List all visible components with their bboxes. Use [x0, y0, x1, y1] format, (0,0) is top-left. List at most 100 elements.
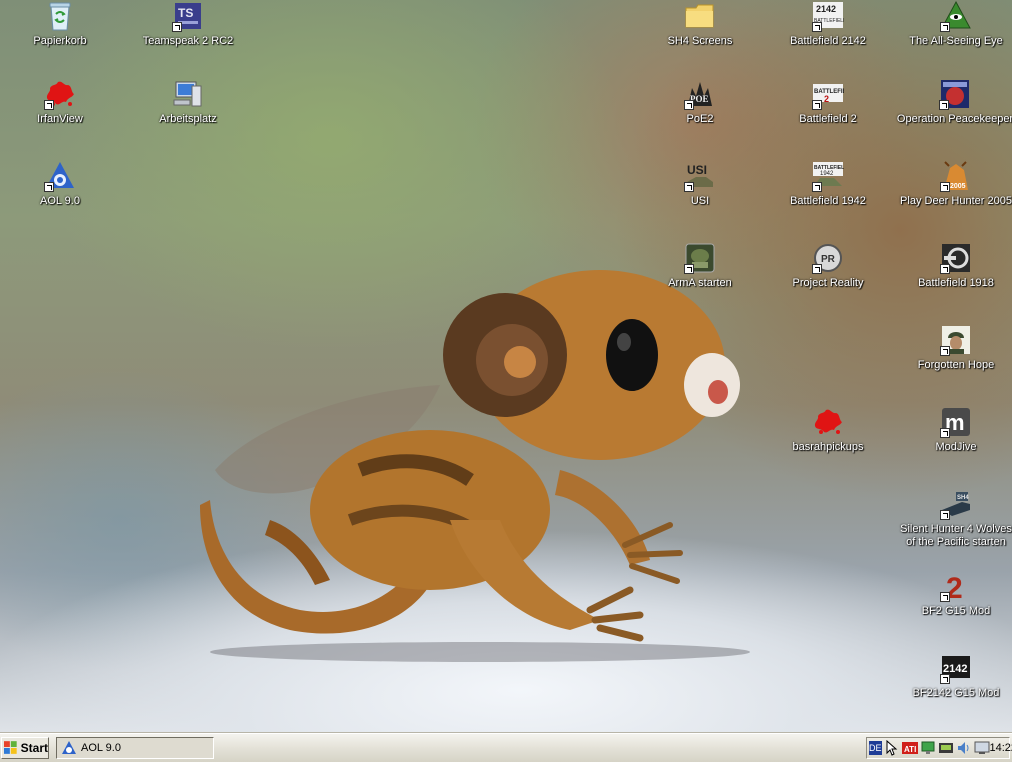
desktop-icon-label: Battlefield 1942 [790, 195, 866, 207]
svg-text:2: 2 [824, 94, 829, 104]
shortcut-arrow-icon [812, 182, 822, 192]
shortcut-arrow-icon [940, 346, 950, 356]
shortcut-arrow-icon [940, 22, 950, 32]
desktop-icon[interactable]: m ModJive [896, 406, 1012, 454]
desktop-icon-label: SH4 Screens [667, 35, 733, 47]
desktop-icon[interactable]: Battlefield 1918 [896, 242, 1012, 290]
shortcut-arrow-icon [812, 22, 822, 32]
desktop-icon[interactable]: POE PoE2 [640, 78, 760, 126]
taskbar: Start AOL 9.0 DE ATI 14:22 [0, 733, 1012, 762]
display-icon[interactable] [974, 740, 990, 756]
g15-icon[interactable] [938, 740, 954, 756]
desktop-icon-label: ModJive [935, 441, 977, 453]
desktop-icon[interactable]: BATTLEFIELD1942 Battlefield 1942 [768, 160, 888, 208]
windows-logo-icon [4, 741, 17, 754]
desktop-icon-label: BF2 G15 Mod [921, 605, 991, 617]
deer-hunter-icon: 2005 [940, 160, 972, 192]
bf2142-g15-mod-icon: 2142 [940, 652, 972, 684]
desktop-icon[interactable]: 2 BF2 G15 Mod [896, 570, 1012, 618]
desktop-icon-label: Play Deer Hunter 2005 [900, 195, 1012, 207]
shortcut-arrow-icon [940, 264, 950, 274]
language-indicator[interactable]: DE [869, 741, 882, 755]
shortcut-arrow-icon [940, 510, 950, 520]
ati-icon[interactable]: ATI [901, 740, 918, 756]
desktop-icon-label: Operation Peacekeeper [896, 113, 1012, 125]
desktop-icon[interactable]: basrahpickups [768, 406, 888, 454]
svg-text:PR: PR [821, 254, 836, 265]
shortcut-arrow-icon [940, 592, 950, 602]
recycle-bin-icon [44, 0, 76, 32]
start-label: Start [20, 741, 48, 755]
desktop-icon[interactable]: SH4 Screens [640, 0, 760, 48]
desktop-icon[interactable]: ArmA starten [640, 242, 760, 290]
svg-text:ATI: ATI [904, 745, 916, 754]
usi-icon: USI [684, 160, 716, 192]
shortcut-arrow-icon [939, 100, 949, 110]
shortcut-arrow-icon [940, 182, 950, 192]
desktop-icon-label: The All-Seeing Eye [909, 35, 1003, 47]
folder-icon [684, 0, 716, 32]
desktop-icon-label: Teamspeak 2 RC2 [142, 35, 234, 47]
shortcut-arrow-icon [812, 100, 822, 110]
desktop-icon-label: Silent Hunter 4 Wolves of the Pacific st… [900, 523, 1012, 548]
taskbar-button-aol[interactable]: AOL 9.0 [56, 737, 214, 759]
desktop-icon-label: Arbeitsplatz [159, 113, 217, 125]
aol-icon [62, 741, 76, 754]
irfanview-icon [44, 78, 76, 110]
battlefield-1918-icon [940, 242, 972, 274]
desktop-icon[interactable]: BATTLEFIELD2 Battlefield 2 [768, 78, 888, 126]
network-icon[interactable] [920, 740, 936, 756]
desktop-icon[interactable]: AOL 9.0 [0, 160, 120, 208]
desktop-icon[interactable]: Operation Peacekeeper [896, 78, 1012, 126]
desktop-icon-label: PoE2 [686, 113, 714, 125]
desktop-icon[interactable]: 2142 BATTLEFIELD Battlefield 2142 [768, 0, 888, 48]
desktop-icon[interactable]: 2142 BF2142 G15 Mod [896, 652, 1012, 700]
desktop-icon[interactable]: USI USI [640, 160, 760, 208]
desktop-icon-label: Papierkorb [33, 35, 87, 47]
volume-icon[interactable] [956, 740, 972, 756]
shortcut-arrow-icon [812, 264, 822, 274]
aol-icon [44, 160, 76, 192]
teamspeak-icon: TS [172, 0, 204, 32]
desktop-icon[interactable]: The All-Seeing Eye [896, 0, 1012, 48]
shortcut-arrow-icon [44, 182, 54, 192]
shortcut-arrow-icon [684, 264, 694, 274]
cursor-icon[interactable] [884, 740, 900, 756]
desktop-icon[interactable]: PR Project Reality [768, 242, 888, 290]
svg-text:2005: 2005 [950, 183, 966, 190]
desktop-icon-label: Battlefield 2 [799, 113, 857, 125]
forgotten-hope-icon [940, 324, 972, 356]
desktop-icon-label: Forgotten Hope [917, 359, 995, 371]
shortcut-arrow-icon [684, 100, 694, 110]
svg-text:2142: 2142 [816, 4, 836, 14]
arma-icon [684, 242, 716, 274]
silent-hunter-4-icon: SH4 [940, 488, 972, 520]
desktop-icon-label: USI [690, 195, 710, 207]
desktop-icon[interactable]: TS Teamspeak 2 RC2 [128, 0, 248, 48]
shortcut-arrow-icon [44, 100, 54, 110]
irfanview-icon [812, 406, 844, 438]
svg-text:SH4: SH4 [957, 495, 969, 501]
desktop-icon-label: Battlefield 1918 [918, 277, 994, 289]
svg-text:USI: USI [687, 163, 707, 177]
desktop-icon-label: basrahpickups [792, 441, 864, 453]
desktop-icon[interactable]: Arbeitsplatz [128, 78, 248, 126]
desktop-icon[interactable]: Forgotten Hope [896, 324, 1012, 372]
svg-text:1942: 1942 [820, 171, 834, 177]
modjive-icon: m [940, 406, 972, 438]
desktop-icon-label: Battlefield 2142 [790, 35, 866, 47]
desktop-icon-label: ArmA starten [668, 277, 732, 289]
taskbar-button-label: AOL 9.0 [81, 742, 121, 754]
battlefield-2142-icon: 2142 BATTLEFIELD [812, 0, 844, 32]
project-reality-icon: PR [812, 242, 844, 274]
desktop-icon[interactable]: 2005 Play Deer Hunter 2005 [896, 160, 1012, 208]
all-seeing-eye-icon [940, 0, 972, 32]
desktop-icon[interactable]: Papierkorb [0, 0, 120, 48]
desktop-icon[interactable]: IrfanView [0, 78, 120, 126]
desktop-icon-label: AOL 9.0 [40, 195, 80, 207]
shortcut-arrow-icon [684, 182, 694, 192]
desktop-icon[interactable]: SH4 Silent Hunter 4 Wolves of the Pacific… [896, 488, 1012, 549]
desktop[interactable]: Papierkorb TS Teamspeak 2 RC2 SH4 Screens 21… [0, 0, 1012, 733]
clock[interactable]: 14:22 [990, 742, 1012, 754]
start-button[interactable]: Start [1, 737, 49, 759]
